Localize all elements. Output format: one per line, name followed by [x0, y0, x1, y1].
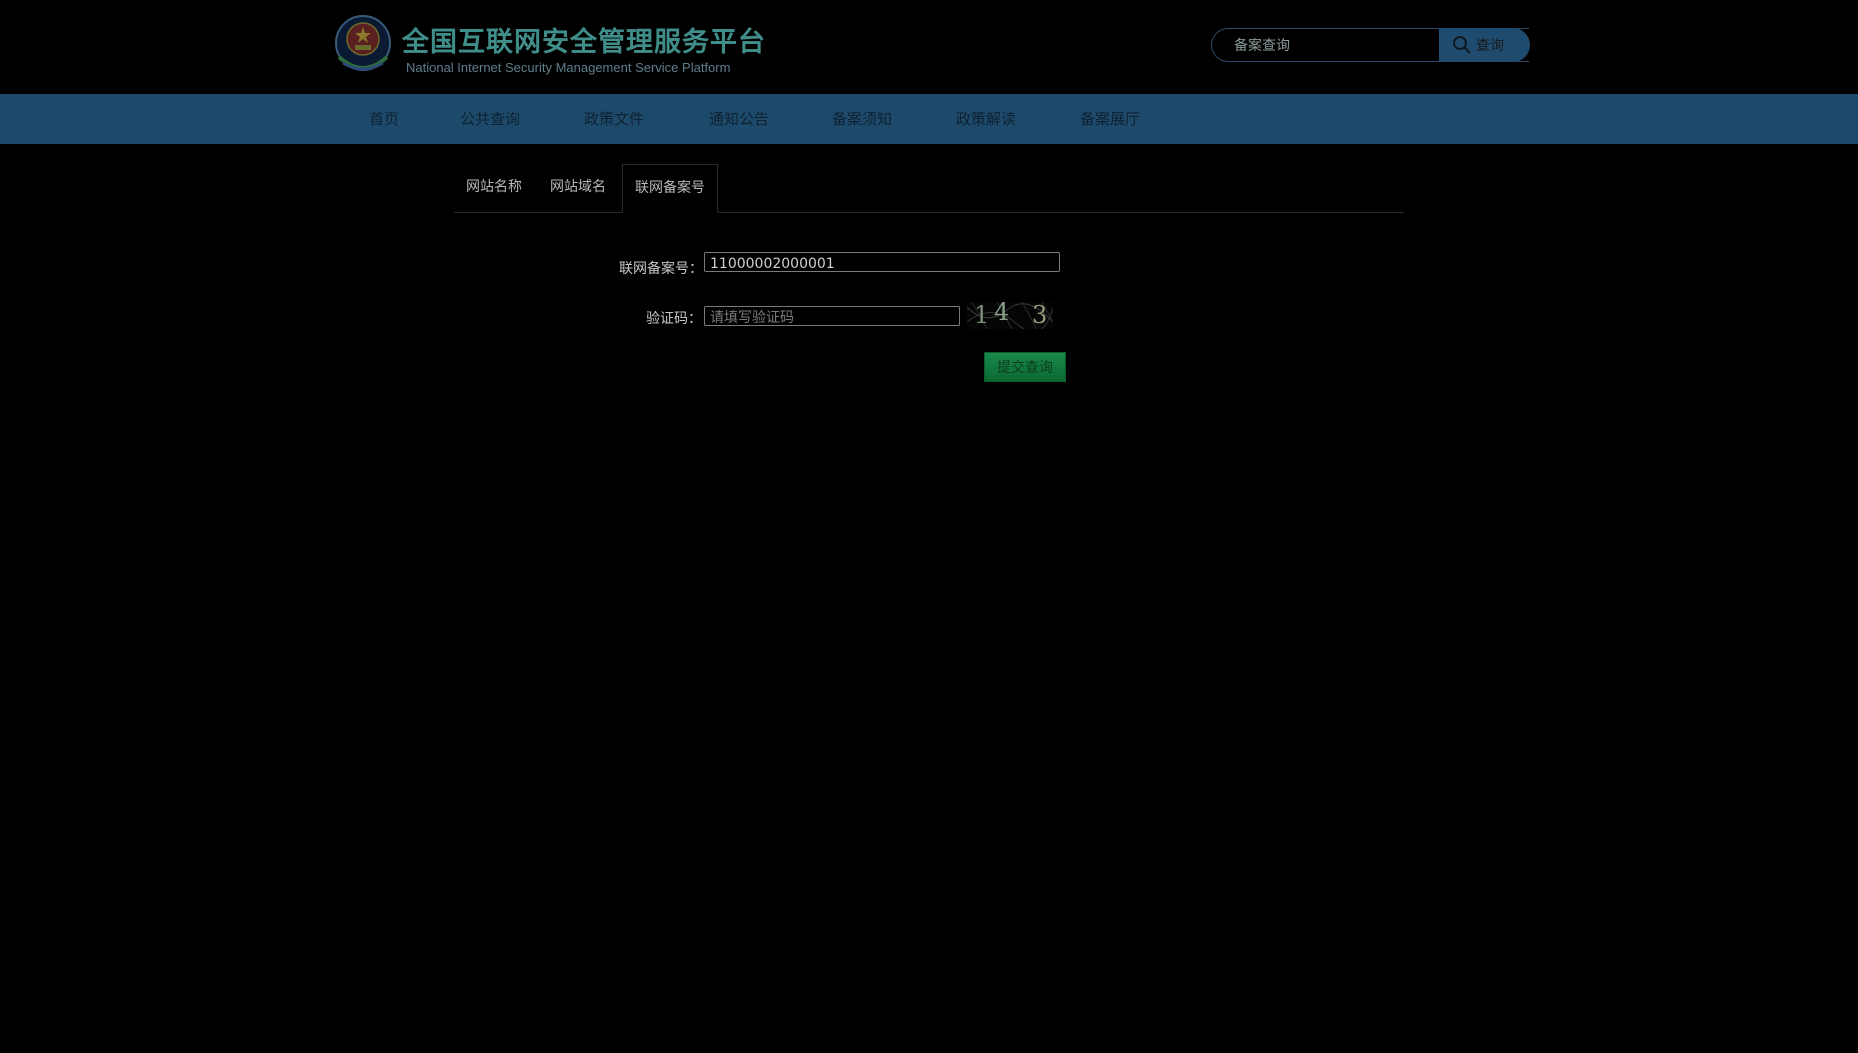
nav-item-filing-guide[interactable]: 备案须知 [832, 108, 892, 129]
query-tabs: 网站名称 网站域名 联网备案号 [454, 164, 1404, 213]
nav-item-filing-hall[interactable]: 备案展厅 [1080, 108, 1140, 129]
search-button[interactable]: 查询 [1439, 28, 1530, 62]
search-icon [1453, 36, 1471, 54]
tab-record-number[interactable]: 联网备案号 [622, 164, 718, 213]
police-emblem-logo [335, 15, 391, 71]
captcha-char: 4 [994, 302, 1010, 326]
nav-item-notices[interactable]: 通知公告 [709, 108, 769, 129]
nav-item-policy-docs[interactable]: 政策文件 [584, 108, 644, 129]
header: 全国互联网安全管理服务平台 National Internet Security… [0, 0, 1858, 94]
site-subtitle: National Internet Security Management Se… [406, 60, 731, 75]
captcha-label: 验证码： [646, 311, 702, 327]
submit-query-button[interactable]: 提交查询 [984, 352, 1066, 382]
tab-site-name[interactable]: 网站名称 [454, 164, 534, 211]
nav-item-home[interactable]: 首页 [369, 108, 399, 129]
search-button-label: 查询 [1476, 38, 1504, 54]
record-number-input[interactable] [705, 255, 1059, 273]
captcha-input[interactable] [705, 309, 959, 327]
captcha-image[interactable]: 1 4 3 [967, 302, 1053, 329]
record-number-field [704, 252, 1060, 273]
record-number-label: 联网备案号： [619, 261, 703, 277]
main-nav: 首页 公共查询 政策文件 通知公告 备案须知 政策解读 备案展厅 [0, 94, 1858, 144]
site-title: 全国互联网安全管理服务平台 [402, 27, 766, 58]
nav-item-policy-interpretation[interactable]: 政策解读 [956, 108, 1016, 129]
captcha-char: 3 [1032, 302, 1048, 329]
tab-domain[interactable]: 网站域名 [538, 164, 618, 211]
nav-item-public-query[interactable]: 公共查询 [460, 108, 520, 129]
captcha-field [704, 306, 960, 327]
captcha-char: 1 [974, 302, 990, 329]
